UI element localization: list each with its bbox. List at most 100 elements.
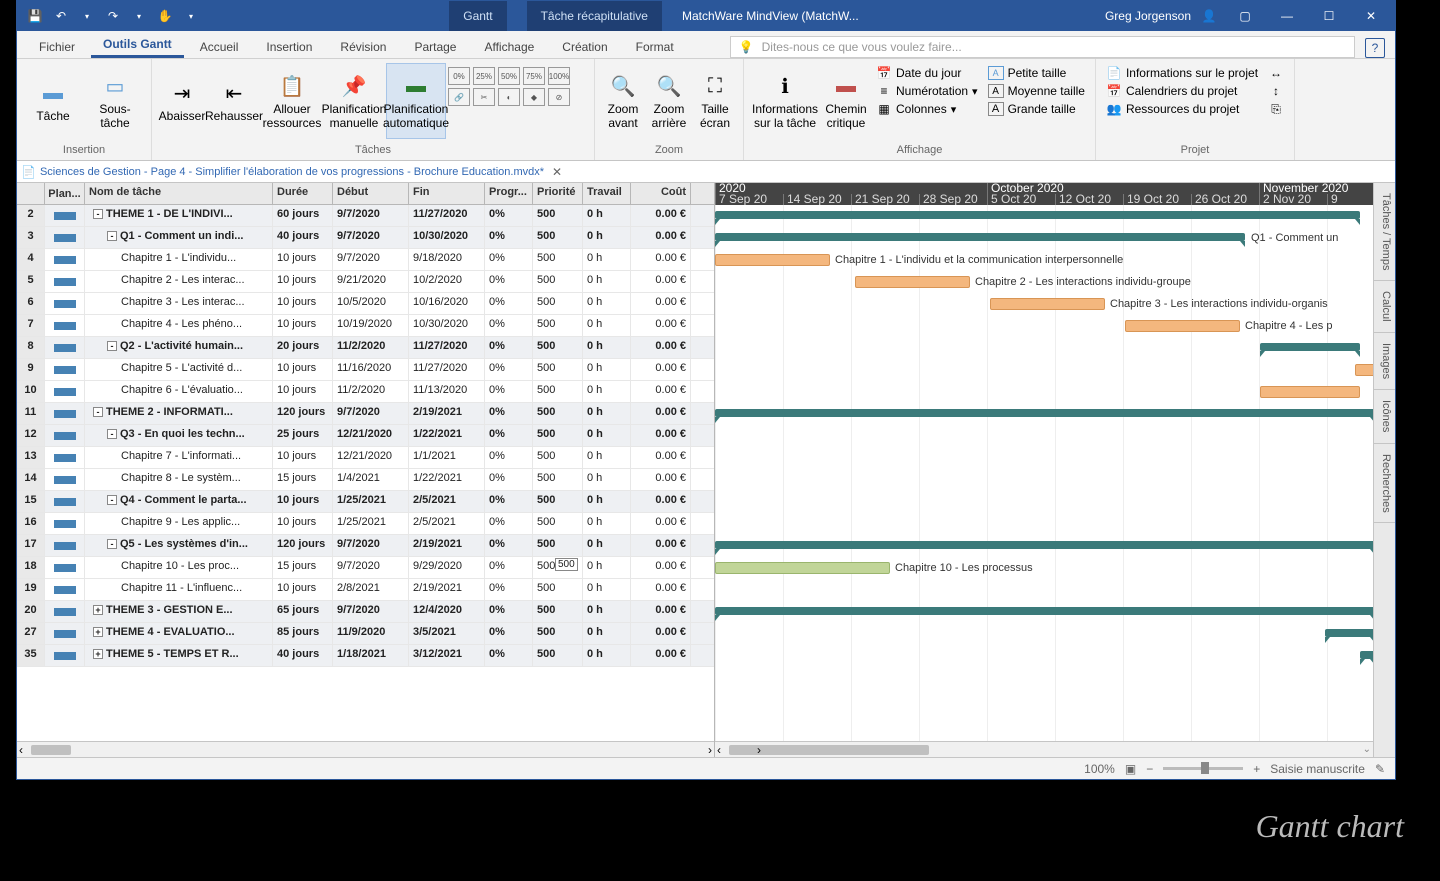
end-cell[interactable]: 2/19/2021: [409, 535, 485, 556]
progress-cell[interactable]: 0%: [485, 315, 533, 336]
task-name-cell[interactable]: Chapitre 10 - Les proc...: [85, 557, 273, 578]
cost-cell[interactable]: 0.00 €: [631, 403, 691, 424]
pct-0-button[interactable]: 0%: [448, 67, 470, 85]
minimize-icon[interactable]: —: [1269, 2, 1305, 30]
end-cell[interactable]: 10/16/2020: [409, 293, 485, 314]
toggle-icon[interactable]: -: [107, 341, 117, 351]
plan-mode-cell[interactable]: [45, 381, 85, 402]
priority-cell[interactable]: 500: [533, 227, 583, 248]
task-name-cell[interactable]: -Q5 - Les systèmes d'in...: [85, 535, 273, 556]
priority-cell[interactable]: 500: [533, 425, 583, 446]
start-cell[interactable]: 12/21/2020: [333, 425, 409, 446]
cost-cell[interactable]: 0.00 €: [631, 205, 691, 226]
summary-bar[interactable]: [715, 211, 1360, 219]
colonnes-button[interactable]: ▦Colonnes ▾: [872, 101, 982, 117]
task-name-cell[interactable]: Chapitre 11 - L'influenc...: [85, 579, 273, 600]
priority-cell[interactable]: 500: [533, 315, 583, 336]
task-name-cell[interactable]: Chapitre 9 - Les applic...: [85, 513, 273, 534]
work-cell[interactable]: 0 h: [583, 557, 631, 578]
zoom-avant-button[interactable]: 🔍Zoom avant: [601, 63, 645, 139]
work-cell[interactable]: 0 h: [583, 447, 631, 468]
start-cell[interactable]: 9/7/2020: [333, 535, 409, 556]
row-number[interactable]: 17: [17, 535, 45, 556]
task-name-cell[interactable]: Chapitre 8 - Le systèm...: [85, 469, 273, 490]
summary-bar[interactable]: Q1 - Comment un: [715, 233, 1245, 241]
work-cell[interactable]: 0 h: [583, 425, 631, 446]
duration-cell[interactable]: 10 jours: [273, 315, 333, 336]
petite-taille-button[interactable]: APetite taille: [984, 65, 1089, 81]
date-jour-button[interactable]: 📅Date du jour: [872, 65, 982, 81]
info-projet-button[interactable]: 📄Informations sur le projet: [1102, 65, 1262, 81]
start-cell[interactable]: 9/7/2020: [333, 249, 409, 270]
table-row[interactable]: 12-Q3 - En quoi les techn...25 jours12/2…: [17, 425, 714, 447]
cost-cell[interactable]: 0.00 €: [631, 579, 691, 600]
table-row[interactable]: 4Chapitre 1 - L'individu...10 jours9/7/2…: [17, 249, 714, 271]
work-cell[interactable]: 0 h: [583, 535, 631, 556]
gantt-scroll-down-icon[interactable]: ⌄: [1363, 744, 1371, 755]
plan-mode-cell[interactable]: [45, 645, 85, 666]
summary-bar[interactable]: [715, 409, 1375, 417]
duration-cell[interactable]: 60 jours: [273, 205, 333, 226]
plan-mode-cell[interactable]: [45, 557, 85, 578]
start-cell[interactable]: 2/8/2021: [333, 579, 409, 600]
end-cell[interactable]: 10/30/2020: [409, 227, 485, 248]
work-cell[interactable]: 0 h: [583, 513, 631, 534]
toggle-icon[interactable]: -: [107, 495, 117, 505]
priority-cell[interactable]: 500500: [533, 557, 583, 578]
cost-cell[interactable]: 0.00 €: [631, 337, 691, 358]
start-cell[interactable]: 9/7/2020: [333, 601, 409, 622]
duration-cell[interactable]: 10 jours: [273, 579, 333, 600]
priority-cell[interactable]: 500: [533, 579, 583, 600]
tab-affichage[interactable]: Affichage: [472, 36, 546, 58]
row-number[interactable]: 9: [17, 359, 45, 380]
grid-hscroll[interactable]: ‹ ›: [17, 741, 714, 757]
start-cell[interactable]: 10/5/2020: [333, 293, 409, 314]
planification-manuelle-button[interactable]: 📌Planification manuelle: [324, 63, 384, 139]
task-bar[interactable]: Chapitre 3 - Les interactions individu-o…: [990, 298, 1105, 310]
cost-cell[interactable]: 0.00 €: [631, 271, 691, 292]
end-cell[interactable]: 2/19/2021: [409, 579, 485, 600]
plan-mode-cell[interactable]: [45, 403, 85, 424]
toggle-icon[interactable]: -: [107, 539, 117, 549]
duration-cell[interactable]: 20 jours: [273, 337, 333, 358]
col-travail[interactable]: Travail: [583, 183, 631, 204]
start-cell[interactable]: 12/21/2020: [333, 447, 409, 468]
plan-mode-cell[interactable]: [45, 227, 85, 248]
table-row[interactable]: 27+THEME 4 - EVALUATIO...85 jours11/9/20…: [17, 623, 714, 645]
end-cell[interactable]: 10/30/2020: [409, 315, 485, 336]
document-close-icon[interactable]: ✕: [548, 165, 566, 179]
help-button[interactable]: ?: [1365, 38, 1385, 58]
table-row[interactable]: 17-Q5 - Les systèmes d'in...120 jours9/7…: [17, 535, 714, 557]
end-cell[interactable]: 3/12/2021: [409, 645, 485, 666]
row-number[interactable]: 7: [17, 315, 45, 336]
redo-icon[interactable]: ↷: [101, 4, 125, 28]
summary-bar[interactable]: [1325, 629, 1375, 637]
chemin-critique-button[interactable]: ▬Chemin critique: [822, 63, 870, 139]
progress-cell[interactable]: 0%: [485, 403, 533, 424]
start-cell[interactable]: 9/7/2020: [333, 403, 409, 424]
work-cell[interactable]: 0 h: [583, 623, 631, 644]
cost-cell[interactable]: 0.00 €: [631, 513, 691, 534]
task-bar[interactable]: Chapitre 1 - L'individu et la communicat…: [715, 254, 830, 266]
progress-cell[interactable]: 0%: [485, 359, 533, 380]
task-name-cell[interactable]: +THEME 3 - GESTION E...: [85, 601, 273, 622]
start-cell[interactable]: 1/4/2021: [333, 469, 409, 490]
priority-cell[interactable]: 500: [533, 403, 583, 424]
toggle-icon[interactable]: +: [93, 649, 103, 659]
row-number[interactable]: 6: [17, 293, 45, 314]
toggle-icon[interactable]: -: [107, 231, 117, 241]
start-cell[interactable]: 11/2/2020: [333, 381, 409, 402]
end-cell[interactable]: 11/27/2020: [409, 359, 485, 380]
start-cell[interactable]: 1/25/2021: [333, 491, 409, 512]
table-row[interactable]: 7Chapitre 4 - Les phéno...10 jours10/19/…: [17, 315, 714, 337]
handwriting-label[interactable]: Saisie manuscrite: [1270, 762, 1365, 776]
side-tab-images[interactable]: Images: [1374, 333, 1395, 390]
row-number[interactable]: 13: [17, 447, 45, 468]
work-cell[interactable]: 0 h: [583, 249, 631, 270]
toggle-icon[interactable]: -: [93, 407, 103, 417]
task-bar[interactable]: Chapitre 10 - Les processus: [715, 562, 890, 574]
priority-cell[interactable]: 500: [533, 249, 583, 270]
row-number[interactable]: 20: [17, 601, 45, 622]
row-number[interactable]: 19: [17, 579, 45, 600]
unlink-tasks-icon[interactable]: ✂: [473, 88, 495, 106]
